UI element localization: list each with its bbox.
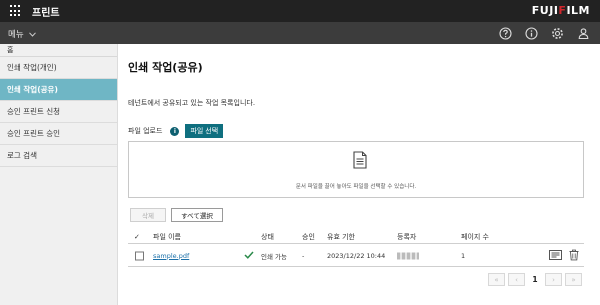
- menu-button[interactable]: 메뉴: [8, 28, 37, 40]
- col-file-name[interactable]: 파일 이름: [153, 232, 181, 242]
- col-pages[interactable]: 페이지 수: [461, 232, 489, 242]
- printer-settings-icon[interactable]: [549, 249, 562, 262]
- sub-header: 메뉴: [0, 22, 600, 44]
- info-icon[interactable]: [524, 26, 538, 40]
- next-page-button[interactable]: ›: [545, 273, 562, 286]
- table-header: ✓ 파일 이름 상태 승인 유효 기한 등록자 페이지 수: [128, 230, 584, 244]
- document-icon: [353, 151, 367, 169]
- upload-label: 파일 업로드: [128, 127, 163, 135]
- file-name-link[interactable]: sample.pdf: [153, 252, 189, 260]
- chevron-down-icon: [29, 32, 37, 37]
- status-check-icon: [244, 251, 254, 261]
- sidebar-home-label[interactable]: 홈: [0, 44, 117, 57]
- sidebar: 홈 인쇄 작업(개인) 인쇄 작업(공유) 승인 프린트 신청 승인 프린트 승…: [0, 44, 118, 305]
- apps-grid-icon[interactable]: [10, 5, 22, 17]
- file-select-button[interactable]: 파일 선택: [185, 124, 224, 138]
- table-row: sample.pdf 인쇄 가능 - 2023/12/22 10:44 1: [128, 245, 584, 267]
- pages-value: 1: [461, 251, 466, 260]
- sidebar-item-shared-jobs[interactable]: 인쇄 작업(공유): [0, 79, 117, 101]
- sidebar-item-approval-request[interactable]: 승인 프린트 신청: [0, 101, 117, 123]
- select-all-check-icon[interactable]: ✓: [134, 233, 140, 241]
- col-status[interactable]: 상태: [261, 232, 274, 242]
- pagination: « ‹ 1 › »: [488, 273, 582, 286]
- select-all-button[interactable]: すべて選択: [171, 208, 223, 222]
- col-registrant[interactable]: 등록자: [397, 232, 416, 242]
- sidebar-item-log-search[interactable]: 로그 검색: [0, 145, 117, 167]
- user-icon[interactable]: [576, 26, 590, 40]
- sidebar-item-personal-jobs[interactable]: 인쇄 작업(개인): [0, 57, 117, 79]
- trash-icon[interactable]: [569, 249, 579, 262]
- settings-icon[interactable]: [550, 26, 564, 40]
- status-text: 인쇄 가능: [261, 252, 287, 261]
- upload-row: 파일 업로드 i 파일 선택: [128, 124, 224, 138]
- first-page-button[interactable]: «: [488, 273, 505, 286]
- prev-page-button[interactable]: ‹: [508, 273, 525, 286]
- delete-button[interactable]: 삭제: [130, 208, 166, 222]
- top-bar: 프린트 FUJIFILM: [0, 0, 600, 22]
- main-content: 인쇄 작업(공유) 테넌트에서 공유되고 있는 작업 목록입니다. 파일 업로드…: [118, 44, 600, 305]
- last-page-button[interactable]: »: [565, 273, 582, 286]
- brand-logo: FUJIFILM: [531, 4, 590, 17]
- col-expiry[interactable]: 유효 기한: [327, 232, 355, 242]
- registrant-redacted: [397, 252, 419, 259]
- page-title: 인쇄 작업(공유): [128, 61, 203, 74]
- col-approval[interactable]: 승인: [302, 232, 315, 242]
- approval-value: -: [302, 251, 305, 260]
- dropzone-text: 문서 파일을 끌어 놓아도 파일을 선택할 수 있습니다.: [295, 184, 417, 190]
- row-checkbox[interactable]: [135, 251, 144, 260]
- sidebar-item-approval-approve[interactable]: 승인 프린트 승인: [0, 123, 117, 145]
- info-icon[interactable]: i: [170, 126, 180, 136]
- expiry-value: 2023/12/22 10:44: [327, 251, 386, 260]
- app-title: 프린트: [32, 8, 60, 19]
- menu-label: 메뉴: [8, 30, 24, 40]
- file-dropzone[interactable]: 문서 파일을 끌어 놓아도 파일을 선택할 수 있습니다.: [128, 141, 584, 198]
- help-icon[interactable]: [498, 26, 512, 40]
- page-description: 테넌트에서 공유되고 있는 작업 목록입니다.: [128, 99, 256, 107]
- current-page: 1: [532, 275, 538, 284]
